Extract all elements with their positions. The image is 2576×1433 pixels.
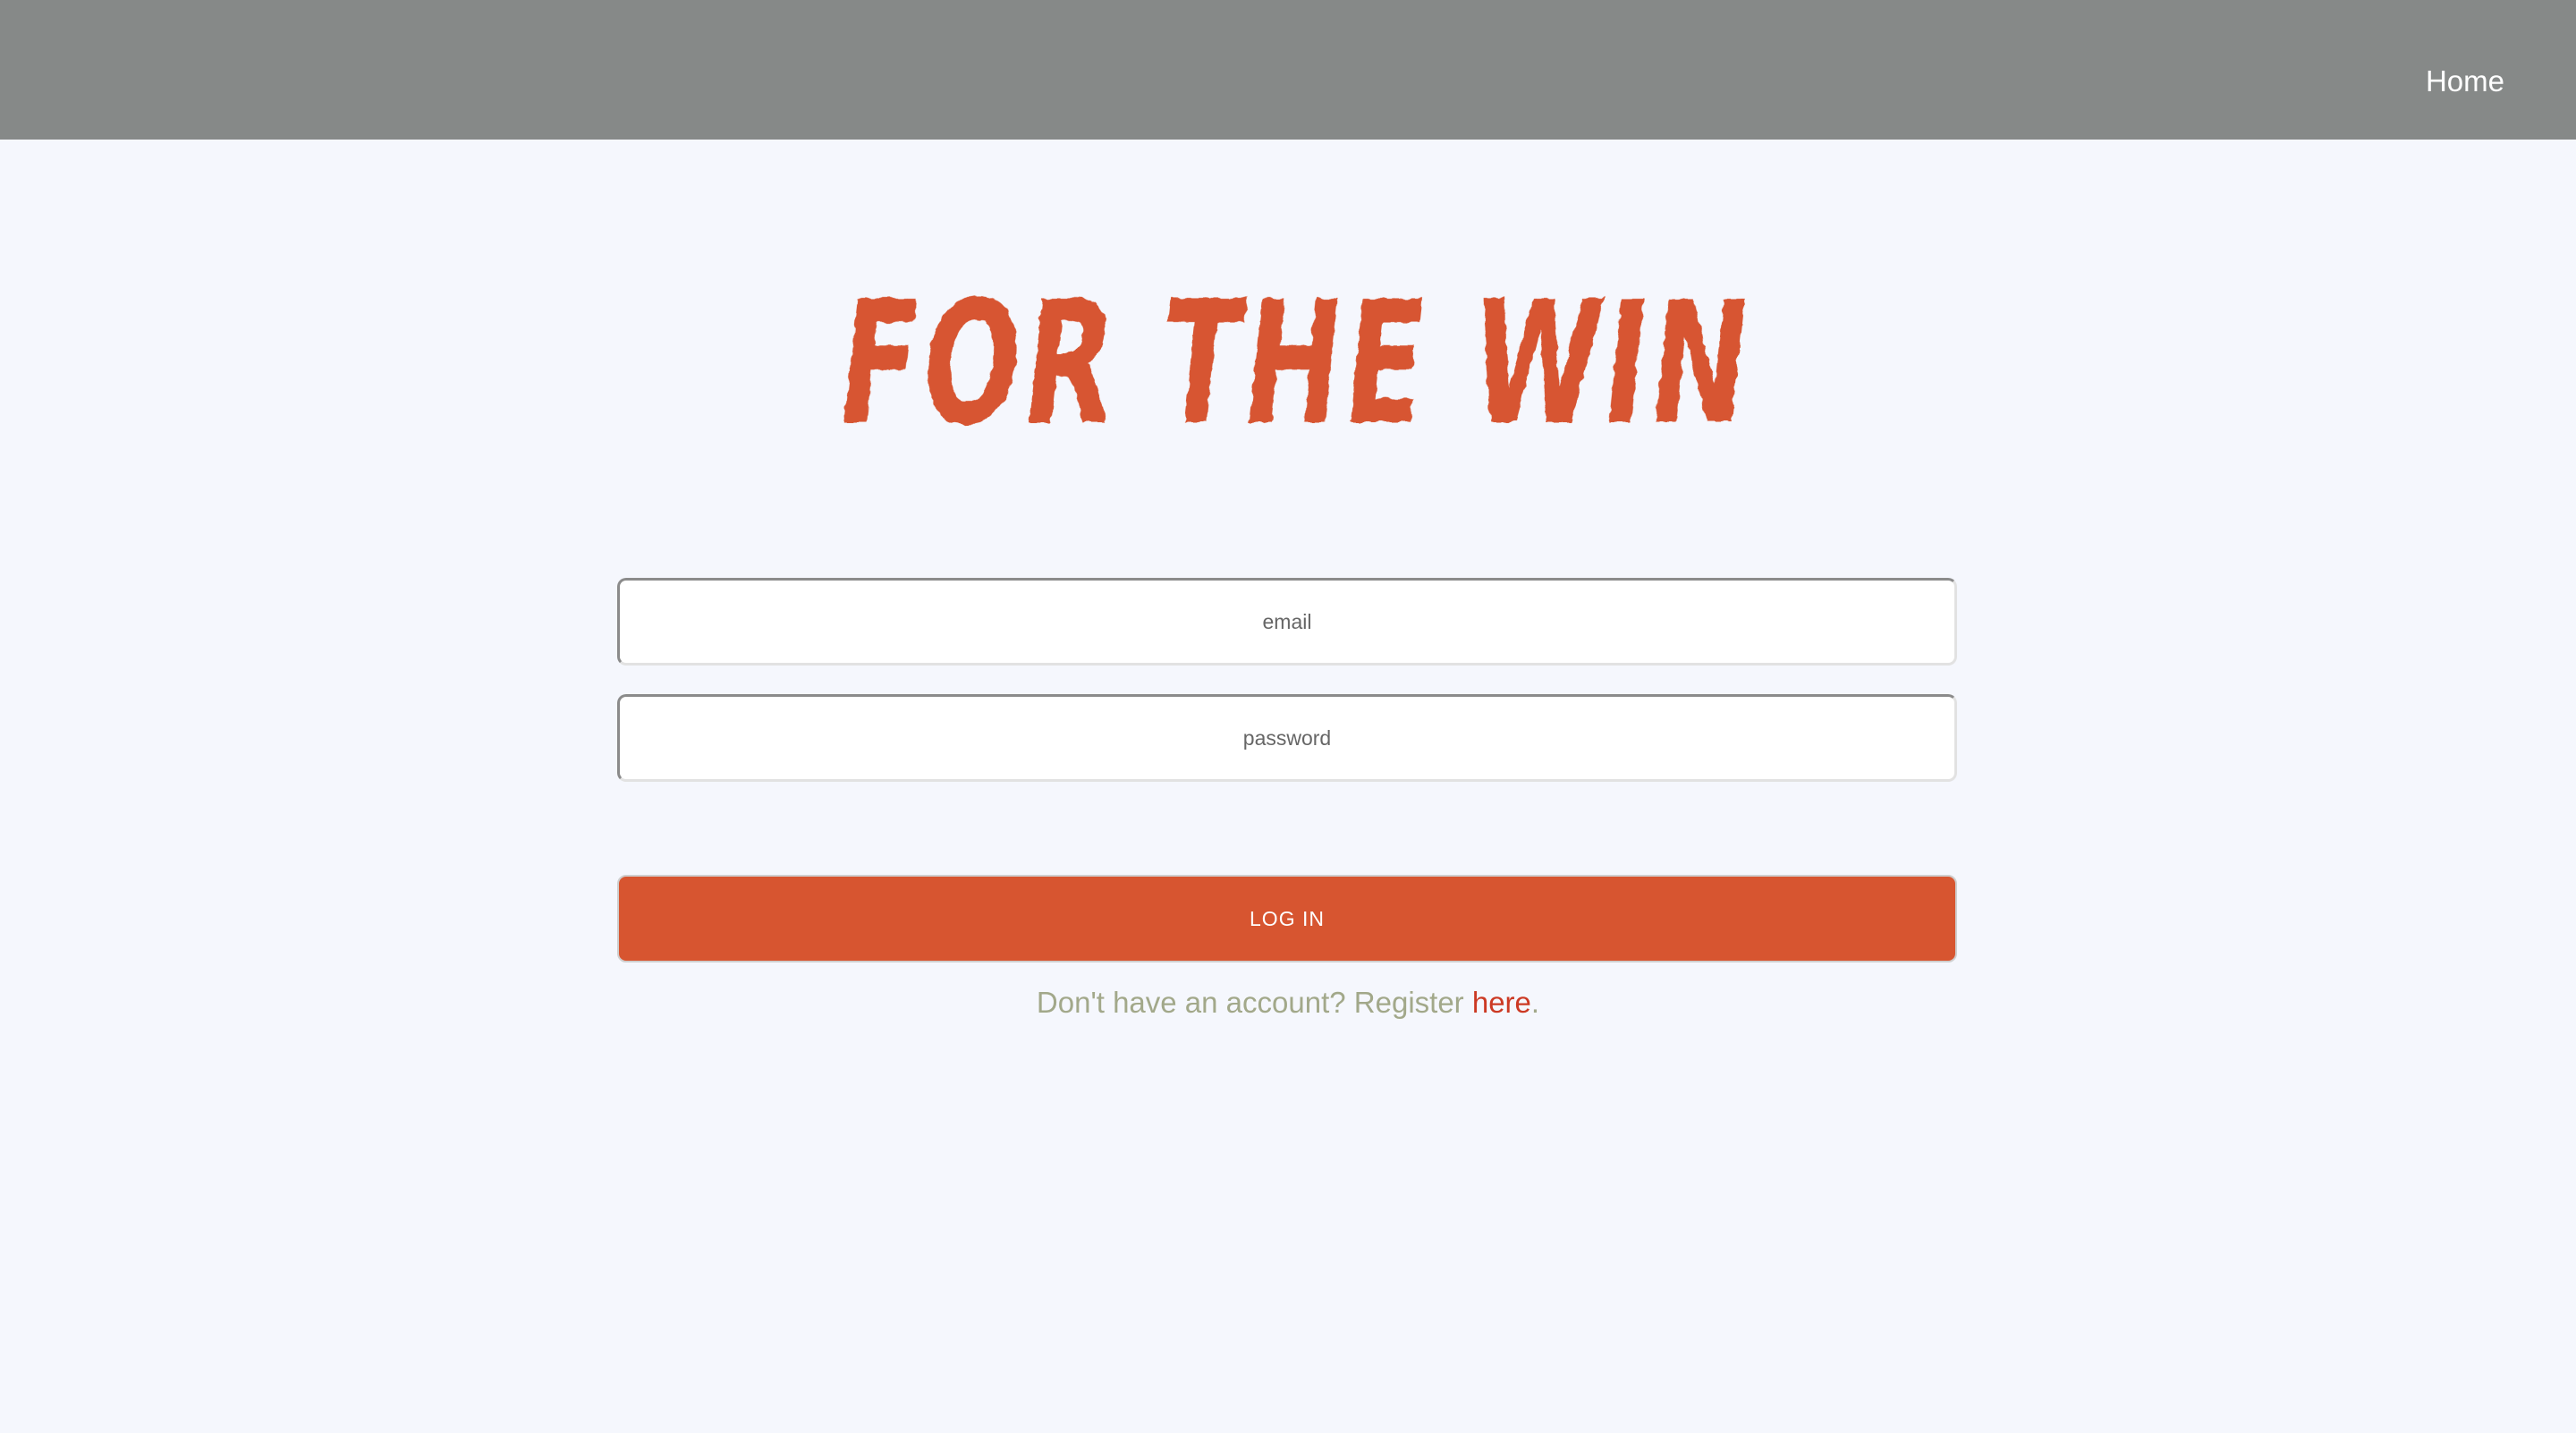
app-logo-wordmark: FOR THE WIN bbox=[829, 268, 1762, 447]
password-field[interactable] bbox=[617, 694, 1957, 782]
login-button[interactable]: LOG IN bbox=[617, 875, 1957, 962]
top-nav-bar: Home bbox=[0, 0, 2576, 140]
register-prompt-text: Don't have an account? Register bbox=[1036, 986, 1472, 1019]
email-field[interactable] bbox=[617, 578, 1957, 666]
logo-text: FOR THE WIN bbox=[829, 268, 1762, 447]
register-prompt: Don't have an account? Register here. bbox=[0, 986, 2576, 1020]
register-prompt-suffix: . bbox=[1530, 986, 1540, 1019]
nav-home-link[interactable]: Home bbox=[2426, 64, 2504, 98]
register-link[interactable]: here bbox=[1472, 986, 1531, 1019]
app-logo: FOR THE WIN bbox=[0, 268, 2576, 452]
